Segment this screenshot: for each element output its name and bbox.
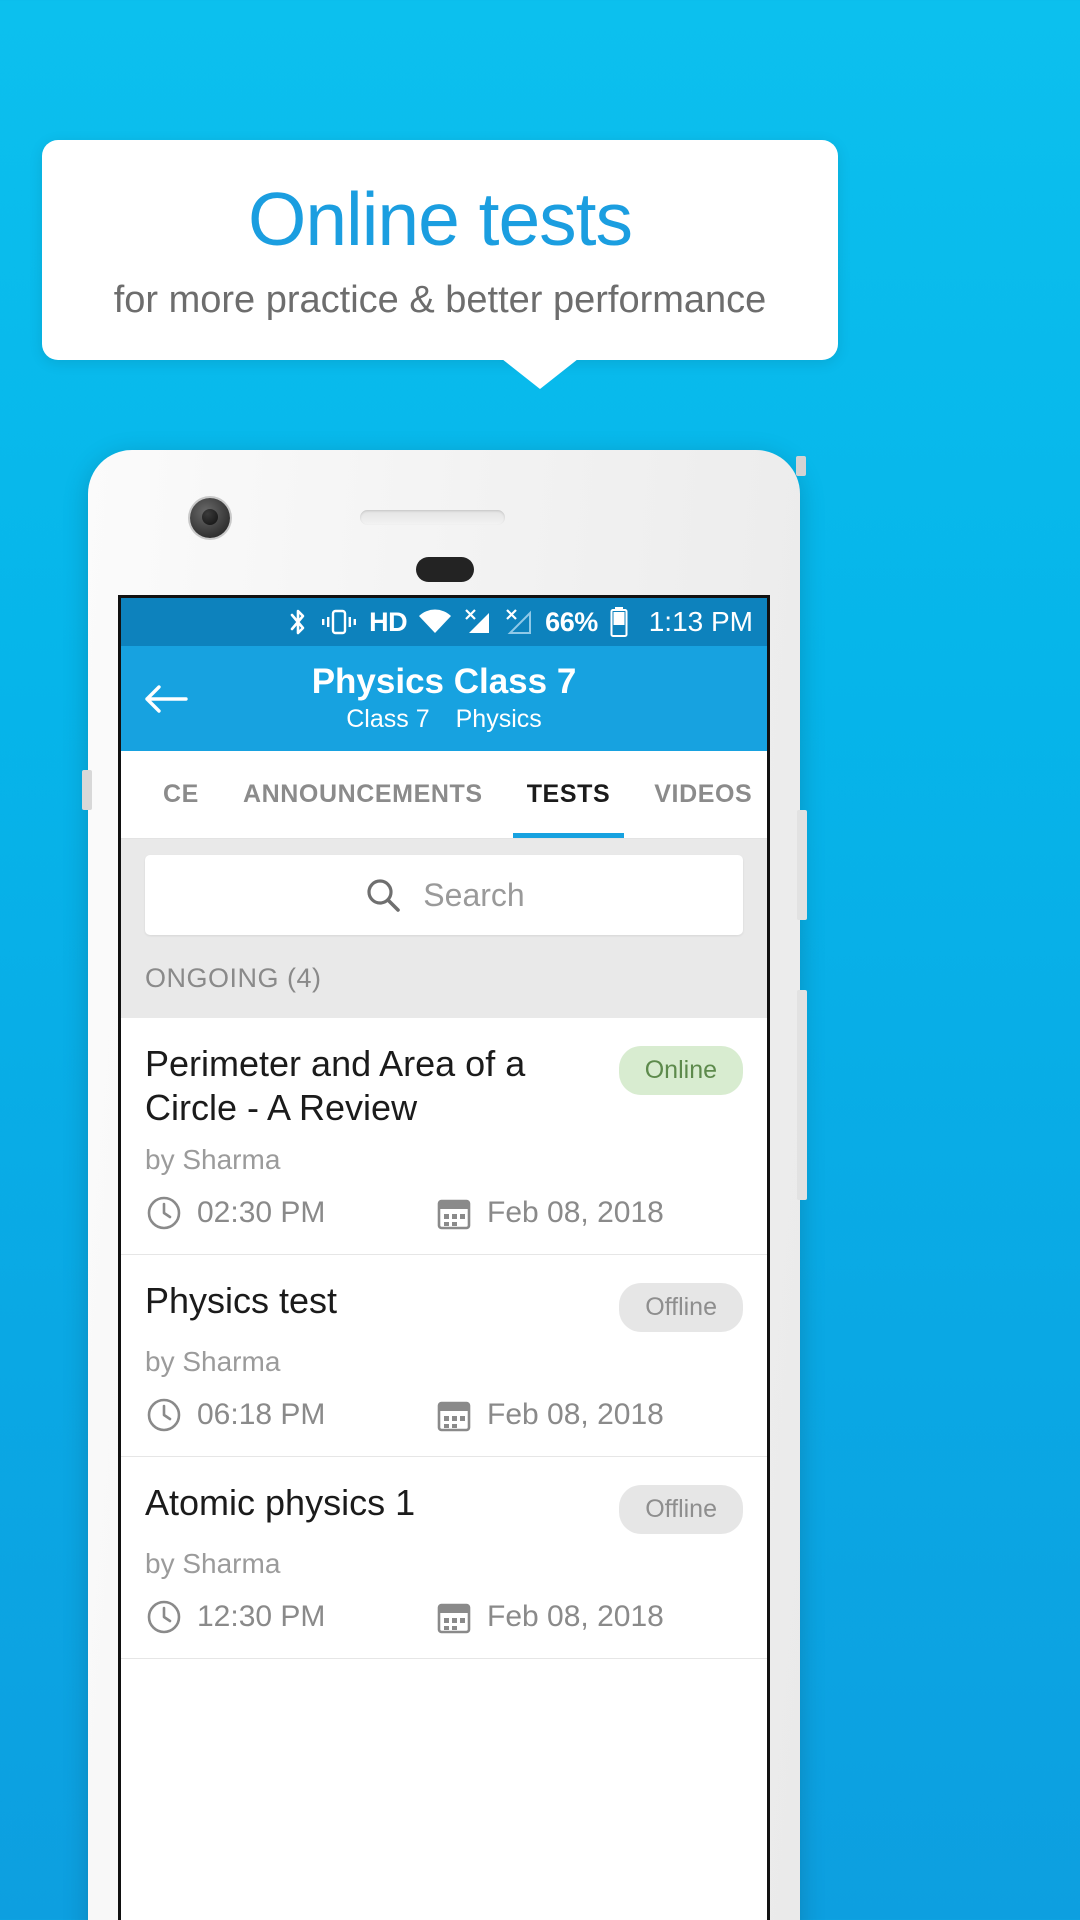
test-time: 06:18 PM (145, 1396, 435, 1434)
search-input[interactable]: Search (145, 855, 743, 935)
test-title: Physics test (145, 1279, 338, 1321)
test-time: 12:30 PM (145, 1598, 435, 1636)
test-date: Feb 08, 2018 (435, 1598, 664, 1636)
test-date-label: Feb 08, 2018 (487, 1397, 664, 1431)
test-card[interactable]: Atomic physics 1 Offline by Sharma 12:30… (121, 1456, 767, 1659)
phone-top-button (796, 456, 806, 476)
test-time: 02:30 PM (145, 1194, 435, 1232)
test-title: Atomic physics 1 (145, 1481, 416, 1523)
page-title: Physics Class 7 (311, 661, 577, 701)
status-badge: Offline (619, 1282, 743, 1332)
section-header-ongoing: ONGOING (4) (121, 949, 767, 1018)
test-title: Perimeter and Area of a Circle - A Revie… (145, 1043, 526, 1128)
tab-ce[interactable]: CE (141, 751, 221, 838)
promo-title: Online tests (247, 176, 633, 261)
test-author: by Sharma (145, 1547, 281, 1579)
tab-bar: CE ANNOUNCEMENTS TESTS VIDEOS (121, 751, 767, 839)
phone-left-button (82, 770, 92, 810)
test-card-top: Perimeter and Area of a Circle - A Revie… (145, 1042, 743, 1130)
search-area: Search (121, 839, 767, 949)
status-badge: Online (618, 1046, 743, 1095)
clock-icon (145, 1396, 183, 1434)
proximity-sensor (416, 557, 474, 582)
app-bar: Physics Class 7 Class 7 Physics (121, 646, 767, 751)
tab-announcements[interactable]: ANNOUNCEMENTS (221, 751, 505, 838)
signal-no-sim-1-icon (463, 607, 493, 637)
test-author: by Sharma (145, 1345, 281, 1377)
test-date: Feb 08, 2018 (435, 1396, 664, 1434)
search-icon (363, 875, 403, 915)
calendar-icon (435, 1396, 473, 1434)
phone-screen: HD 66% 1:13 PM Physics Class 7 Class 7 P… (118, 595, 770, 1920)
clock-icon (145, 1598, 183, 1636)
tab-tests[interactable]: TESTS (505, 751, 633, 838)
promo-callout-tail (502, 359, 578, 389)
front-camera-icon (190, 498, 230, 538)
earpiece-speaker (360, 510, 505, 525)
phone-power-button (797, 810, 807, 920)
signal-no-sim-2-icon (504, 607, 534, 637)
promo-subtitle: for more practice & better performance (113, 278, 767, 321)
battery-percent-label: 66% (545, 606, 598, 637)
wifi-icon (418, 608, 452, 636)
test-meta: 12:30 PM Feb 08, 2018 (145, 1598, 743, 1636)
hd-icon: HD (369, 606, 408, 637)
test-card[interactable]: Perimeter and Area of a Circle - A Revie… (121, 1018, 767, 1255)
status-badge: Offline (619, 1484, 743, 1534)
test-card-top: Atomic physics 1 Offline (145, 1481, 743, 1534)
bluetooth-icon (287, 606, 309, 638)
test-card-top: Physics test Offline (145, 1279, 743, 1332)
clock-label: 1:13 PM (648, 606, 753, 637)
test-meta: 06:18 PM Feb 08, 2018 (145, 1396, 743, 1434)
calendar-icon (435, 1194, 473, 1232)
test-time-label: 06:18 PM (197, 1397, 326, 1431)
tab-videos[interactable]: VIDEOS (632, 751, 767, 838)
vibrate-icon (320, 607, 358, 637)
breadcrumb: Class 7 Physics (346, 705, 542, 734)
clock-icon (145, 1194, 183, 1232)
back-arrow-icon[interactable] (143, 676, 189, 722)
breadcrumb-class: Class 7 (346, 705, 430, 734)
test-date-label: Feb 08, 2018 (487, 1599, 664, 1633)
battery-icon (609, 606, 629, 638)
test-meta: 02:30 PM Feb 08, 2018 (145, 1194, 743, 1232)
search-placeholder: Search (423, 876, 525, 913)
breadcrumb-subject: Physics (455, 705, 542, 734)
test-time-label: 02:30 PM (197, 1195, 326, 1229)
status-bar: HD 66% 1:13 PM (121, 598, 767, 646)
promo-callout: Online tests for more practice & better … (42, 140, 838, 360)
calendar-icon (435, 1598, 473, 1636)
phone-mockup: HD 66% 1:13 PM Physics Class 7 Class 7 P… (82, 450, 807, 1920)
test-time-label: 12:30 PM (197, 1599, 326, 1633)
phone-volume-button (797, 990, 807, 1200)
test-date: Feb 08, 2018 (435, 1194, 664, 1232)
test-date-label: Feb 08, 2018 (487, 1195, 664, 1229)
test-author: by Sharma (145, 1143, 281, 1175)
test-card[interactable]: Physics test Offline by Sharma 06:18 PM (121, 1254, 767, 1457)
